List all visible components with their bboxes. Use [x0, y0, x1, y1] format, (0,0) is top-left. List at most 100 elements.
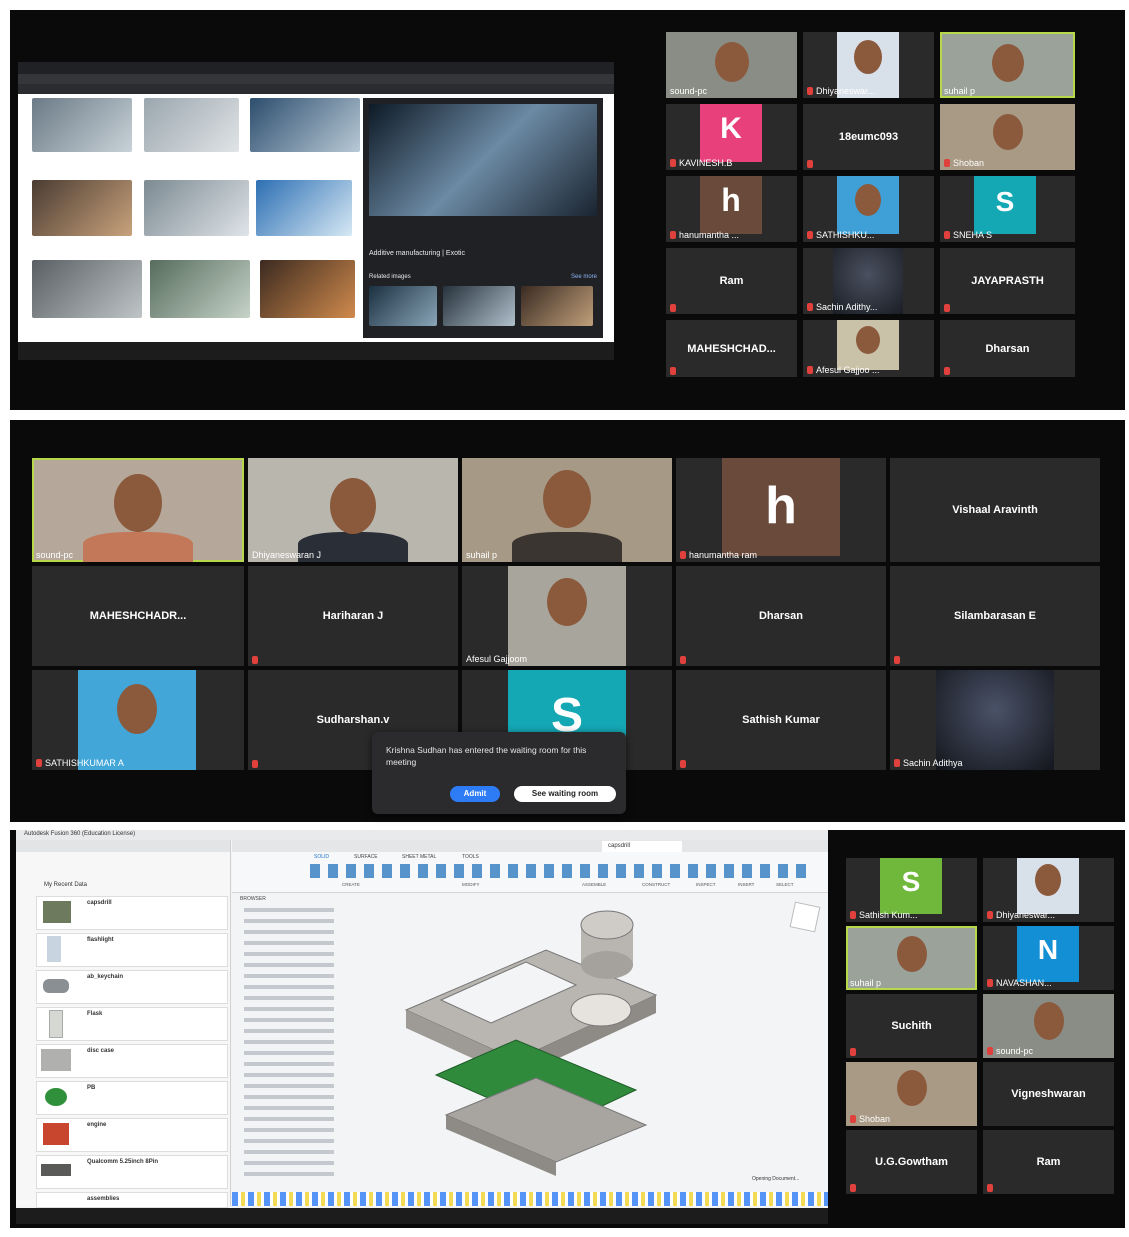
file-item[interactable]: disc case — [36, 1044, 228, 1078]
browser-tree-rows[interactable] — [244, 908, 334, 1178]
participant-tile[interactable]: Hariharan J — [248, 566, 458, 666]
ribbon-group-insert[interactable]: INSERT — [738, 882, 754, 887]
image-result-5[interactable] — [144, 180, 249, 236]
file-item[interactable]: flashlight — [36, 933, 228, 967]
mic-muted-icon — [850, 1048, 856, 1056]
browser-tabbar — [18, 62, 614, 74]
image-result-9[interactable] — [260, 260, 355, 318]
participant-tile[interactable]: U.G.Gowtham — [846, 1130, 977, 1194]
preview-image[interactable] — [369, 104, 597, 216]
see-waiting-room-button[interactable]: See waiting room — [514, 786, 616, 802]
participant-tile[interactable]: Suchith — [846, 994, 977, 1058]
viewcube-icon[interactable] — [789, 901, 821, 933]
participant-tile[interactable]: Shoban — [846, 1062, 977, 1126]
related-image-3[interactable] — [521, 286, 593, 326]
participant-name: Shoban — [850, 1114, 890, 1124]
participant-tile[interactable]: Dharsan — [940, 320, 1075, 377]
participant-tile[interactable]: Sathish Kumar — [676, 670, 886, 770]
ribbon-group-modify[interactable]: MODIFY — [462, 882, 480, 887]
participant-name-center: Silambarasan E — [954, 610, 1036, 622]
image-preview-pane: Additive manufacturing | Exotic Related … — [363, 98, 603, 338]
ribbon-tab-tools[interactable]: TOOLS — [462, 854, 479, 860]
related-image-1[interactable] — [369, 286, 437, 326]
image-result-4[interactable] — [32, 180, 132, 236]
participant-tile[interactable]: JAYAPRASTH — [940, 248, 1075, 314]
participant-tile[interactable]: Vigneshwaran — [983, 1062, 1114, 1126]
participant-tile[interactable]: SATHISHKUMAR A — [32, 670, 244, 770]
document-tab[interactable]: capsdrill — [602, 841, 682, 852]
participant-tile-active[interactable]: sound-pc — [32, 458, 244, 562]
timeline-bar[interactable] — [232, 1192, 828, 1206]
participant-name: Dhiyaneswar... — [807, 86, 875, 96]
participant-tile[interactable]: Dhiyaneswar... — [803, 32, 934, 98]
file-item[interactable]: Flask — [36, 1007, 228, 1041]
image-result-2[interactable] — [144, 98, 239, 152]
related-image-2[interactable] — [443, 286, 515, 326]
file-item[interactable]: ab_keychain — [36, 970, 228, 1004]
participant-tile[interactable]: sound-pc — [666, 32, 797, 98]
participant-tile[interactable]: suhail p — [462, 458, 672, 562]
participant-tile[interactable]: 18eumc093 — [803, 104, 934, 170]
file-item[interactable]: engine — [36, 1118, 228, 1152]
cad-model-viewport[interactable] — [386, 900, 686, 1180]
participant-tile[interactable]: Ram — [666, 248, 797, 314]
participant-tile[interactable]: N NAVASHAN... — [983, 926, 1114, 990]
mic-muted-icon — [807, 303, 813, 311]
mic-muted-icon — [894, 759, 900, 767]
participant-tile-active[interactable]: suhail p — [846, 926, 977, 990]
participant-video — [992, 114, 1023, 150]
participant-tile[interactable]: Dharsan — [676, 566, 886, 666]
image-result-1[interactable] — [32, 98, 132, 152]
see-more-link[interactable]: See more — [571, 274, 597, 280]
participant-tile[interactable]: SATHISHKU... — [803, 176, 934, 242]
project-title[interactable]: My Recent Data — [44, 882, 87, 888]
participant-tile[interactable]: MAHESHCHAD... — [666, 320, 797, 377]
ribbon-tab-sheet-metal[interactable]: SHEET METAL — [402, 854, 436, 860]
file-item[interactable]: assemblies — [36, 1192, 228, 1208]
participant-tile[interactable]: S Sathish Kum... — [846, 858, 977, 922]
image-result-8[interactable] — [150, 260, 250, 318]
file-item[interactable]: PB — [36, 1081, 228, 1115]
document-tab-label: capsdrill — [608, 843, 631, 849]
ribbon-tab-solid[interactable]: SOLID — [314, 854, 329, 860]
participant-tile[interactable]: h hanumantha ram — [676, 458, 886, 562]
participant-tile[interactable]: h hanumantha ... — [666, 176, 797, 242]
participant-tile[interactable]: Dhiyaneswar... — [983, 858, 1114, 922]
file-thumbnail — [49, 1010, 63, 1038]
participant-name: hanumantha ... — [670, 230, 739, 240]
ribbon-group-create[interactable]: CREATE — [342, 882, 360, 887]
participant-tile[interactable]: Afesul Gajjoo ... — [803, 320, 934, 377]
participant-tile[interactable]: K KAVINESH.B — [666, 104, 797, 170]
preview-title[interactable]: Additive manufacturing | Exotic — [369, 250, 465, 257]
admit-button[interactable]: Admit — [450, 786, 500, 802]
image-result-3[interactable] — [250, 98, 360, 152]
image-result-7[interactable] — [32, 260, 142, 318]
mic-indicator — [252, 656, 258, 664]
participant-tile[interactable]: Sachin Adithy... — [803, 248, 934, 314]
participant-tile-active[interactable]: suhail p — [940, 32, 1075, 98]
participant-tile[interactable]: Ram — [983, 1130, 1114, 1194]
participant-name-center: Ram — [1036, 1156, 1061, 1168]
ribbon-group-inspect[interactable]: INSPECT — [696, 882, 716, 887]
ribbon-tab-surface[interactable]: SURFACE — [354, 854, 378, 860]
participant-tile[interactable]: MAHESHCHADR... — [32, 566, 244, 666]
avatar: h — [722, 458, 840, 556]
participant-name: suhail p — [466, 550, 498, 560]
participant-tile[interactable]: sound-pc — [983, 994, 1114, 1058]
mic-muted-icon — [944, 159, 950, 167]
file-item[interactable]: capsdrill — [36, 896, 228, 930]
participant-tile[interactable]: Silambarasan E — [890, 566, 1100, 666]
ribbon-group-assemble[interactable]: ASSEMBLE — [582, 882, 606, 887]
file-item[interactable]: Qualcomm 5.25inch 8Pin — [36, 1155, 228, 1189]
ribbon-group-select[interactable]: SELECT — [776, 882, 794, 887]
image-result-6[interactable] — [256, 180, 352, 236]
ribbon-group-construct[interactable]: CONSTRUCT — [642, 882, 670, 887]
browser-addressbar[interactable] — [18, 74, 614, 84]
participant-tile[interactable]: Sachin Adithya — [890, 670, 1100, 770]
participant-tile[interactable]: Shoban — [940, 104, 1075, 170]
participant-tile[interactable]: Dhiyaneswaran J — [248, 458, 458, 562]
participant-tile[interactable]: Afesul Gajjoom — [462, 566, 672, 666]
participant-tile[interactable]: Vishaal Aravinth — [890, 458, 1100, 562]
cad-ribbon: SOLID SURFACE SHEET METAL TOOLS CREATE M… — [232, 852, 828, 893]
participant-tile[interactable]: S SNEHA S — [940, 176, 1075, 242]
